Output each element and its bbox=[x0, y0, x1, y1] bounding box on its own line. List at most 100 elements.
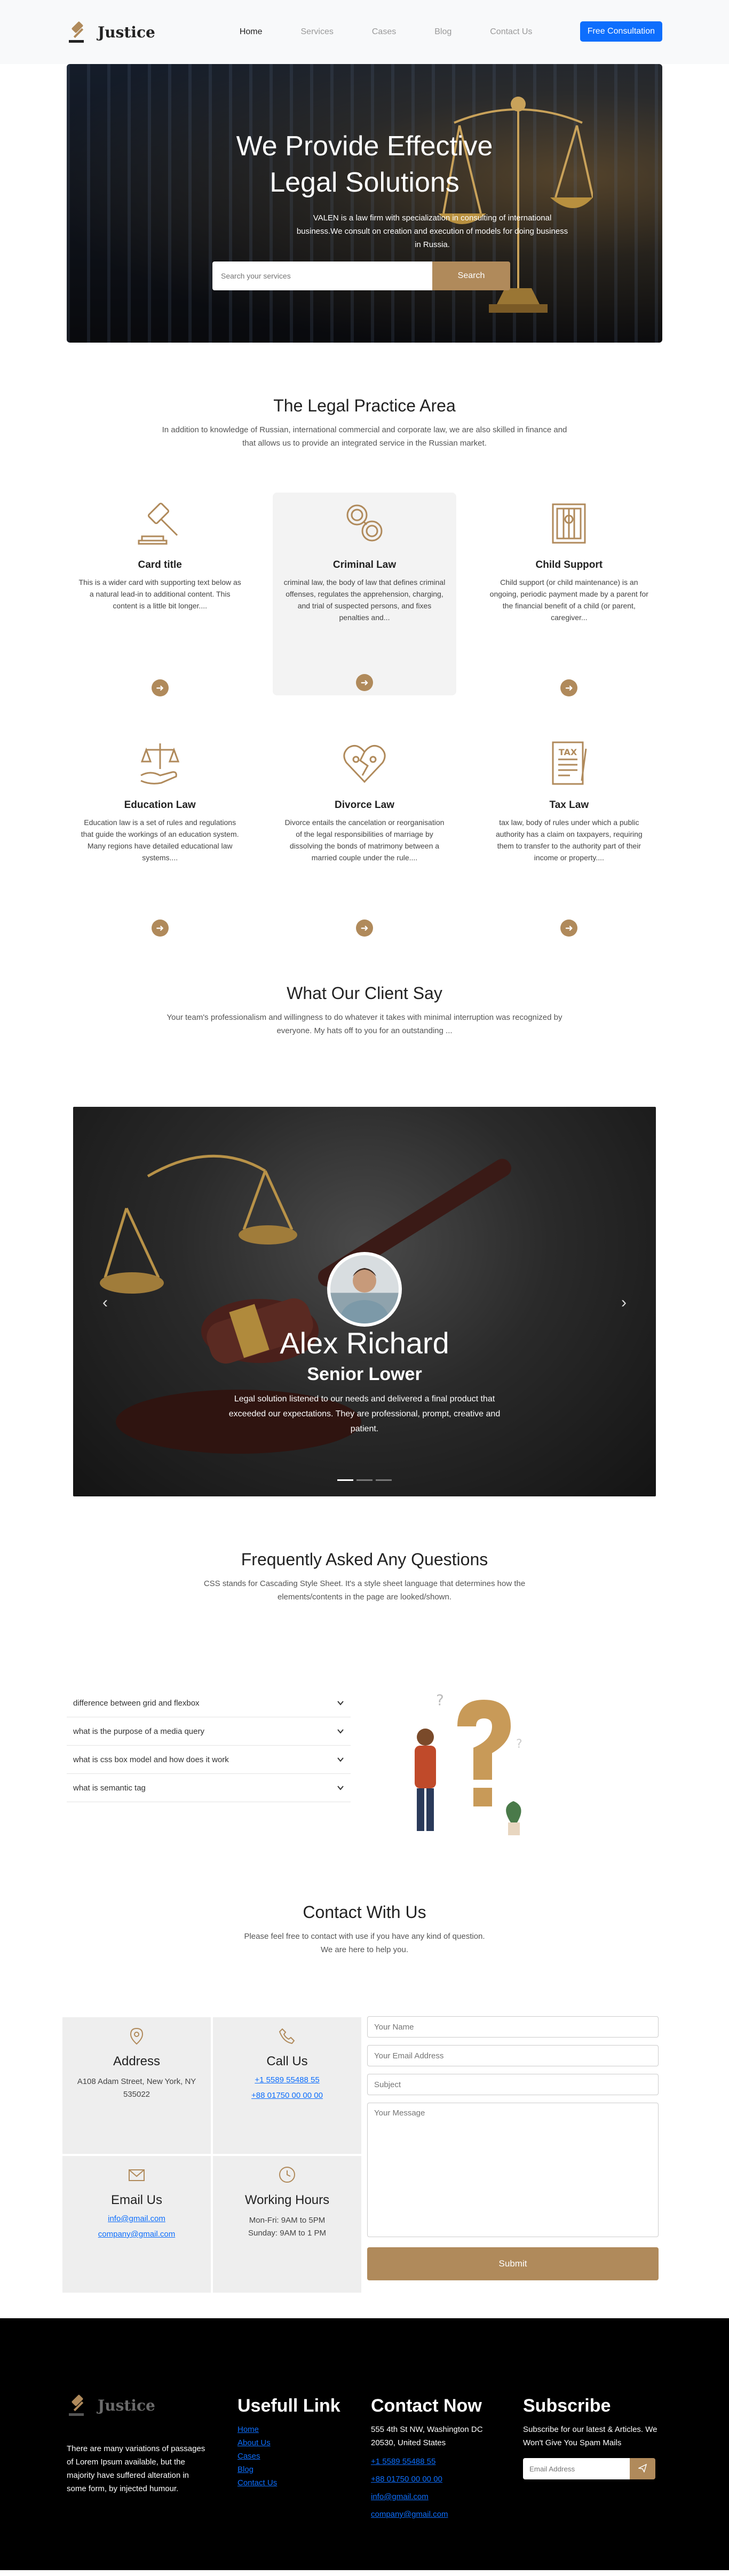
subscribe-form bbox=[523, 2458, 662, 2479]
footer-brand[interactable]: Justice bbox=[67, 2393, 155, 2418]
card-title: Criminal Law bbox=[332, 559, 397, 570]
arrow-right-icon[interactable]: ➜ bbox=[560, 679, 578, 696]
faq-question: difference between grid and flexbox bbox=[73, 1698, 200, 1708]
footer-brand-name: Justice bbox=[98, 2396, 155, 2414]
free-consultation-button[interactable]: Free Consultation bbox=[580, 21, 662, 42]
faq-question: what is the purpose of a media query bbox=[73, 1726, 204, 1736]
email-link-2[interactable]: company@gmail.com bbox=[62, 2230, 211, 2239]
testimonial-carousel: Alex Richard Senior Lower Legal solution… bbox=[73, 1107, 656, 1496]
faq-item[interactable]: what is css box model and how does it wo… bbox=[67, 1746, 351, 1774]
phone-link-1[interactable]: +1 5589 55488 55 bbox=[213, 2075, 361, 2084]
client-quote: Legal solution listened to our needs and… bbox=[228, 1394, 501, 1433]
arrow-right-icon[interactable]: ➜ bbox=[355, 674, 373, 691]
practice-card[interactable]: Child Support Child support (or child ma… bbox=[467, 498, 671, 701]
prison-icon bbox=[552, 503, 586, 544]
client-avatar bbox=[327, 1252, 402, 1327]
phone-link-2[interactable]: +88 01750 00 00 00 bbox=[213, 2091, 361, 2100]
footer-link-cases[interactable]: Cases bbox=[237, 2450, 340, 2463]
faq-accordion: difference between grid and flexbox what… bbox=[67, 1689, 351, 1849]
brand-name: Justice bbox=[98, 23, 155, 41]
contact-now-title: Contact Now bbox=[371, 2396, 482, 2416]
arrow-right-icon[interactable]: ➜ bbox=[151, 679, 169, 696]
footer-link-contact[interactable]: Contact Us bbox=[237, 2476, 340, 2490]
contact-form: Submit bbox=[367, 2016, 659, 2294]
testimonial-subtitle: Your team's professionalism and willingn… bbox=[167, 1013, 562, 1035]
gavel-logo-icon bbox=[69, 21, 84, 43]
subscribe-email-input[interactable] bbox=[523, 2458, 630, 2479]
tax-document-icon: TAX bbox=[552, 741, 587, 785]
phone-icon bbox=[279, 2028, 295, 2044]
footer-email-1[interactable]: info@gmail.com bbox=[371, 2490, 494, 2503]
testimonial-section: What Our Client Say Your team's professi… bbox=[0, 941, 729, 1496]
contact-title: Contact With Us bbox=[303, 1903, 426, 1922]
card-text: Education law is a set of rules and regu… bbox=[81, 818, 239, 862]
arrow-right-icon[interactable]: ➜ bbox=[560, 920, 578, 937]
email-field[interactable] bbox=[367, 2045, 659, 2066]
footer-subscribe: Subscribe Subscribe for our latest & Art… bbox=[523, 2396, 662, 2479]
nav-services[interactable]: Services bbox=[301, 27, 334, 37]
arrow-right-icon[interactable]: ➜ bbox=[355, 920, 373, 937]
carousel-dot[interactable] bbox=[356, 1479, 373, 1481]
footer-phone-2[interactable]: +88 01750 00 00 00 bbox=[371, 2472, 494, 2486]
message-field[interactable] bbox=[367, 2103, 659, 2237]
card-text: tax law, body of rules under which a pub… bbox=[495, 818, 643, 862]
hero-search: Search bbox=[212, 261, 510, 290]
faq-item[interactable]: difference between grid and flexbox bbox=[67, 1689, 351, 1717]
contact-subtitle: Please feel free to contact with use if … bbox=[244, 1932, 485, 1954]
practice-card[interactable]: Criminal Law criminal law, the body of l… bbox=[273, 493, 456, 695]
footer-email-2[interactable]: company@gmail.com bbox=[371, 2508, 494, 2521]
carousel-prev-icon[interactable]: ‹ bbox=[102, 1294, 108, 1312]
footer: Justice There are many variations of pas… bbox=[0, 2318, 729, 2570]
arrow-right-icon[interactable]: ➜ bbox=[151, 920, 169, 937]
hand-scale-icon bbox=[140, 743, 179, 784]
faq-question: what is semantic tag bbox=[73, 1783, 146, 1793]
brand-logo[interactable]: Justice bbox=[67, 20, 155, 44]
subscribe-button[interactable] bbox=[630, 2458, 655, 2479]
carousel-dot[interactable] bbox=[376, 1479, 392, 1481]
info-call: Call Us +1 5589 55488 55 +88 01750 00 00… bbox=[212, 2016, 362, 2155]
faq-subtitle: CSS stands for Cascading Style Sheet. It… bbox=[203, 1579, 526, 1602]
faq-item[interactable]: what is the purpose of a media query bbox=[67, 1717, 351, 1746]
search-input[interactable] bbox=[212, 261, 432, 290]
address-title: Address bbox=[113, 2054, 161, 2068]
search-button[interactable]: Search bbox=[432, 261, 510, 290]
footer-phone-1[interactable]: +1 5589 55488 55 bbox=[371, 2455, 494, 2468]
footer-link-home[interactable]: Home bbox=[237, 2423, 340, 2436]
carousel-next-icon[interactable]: › bbox=[621, 1294, 627, 1312]
card-text: criminal law, the body of law that defin… bbox=[283, 578, 446, 622]
hours-title: Working Hours bbox=[244, 2193, 330, 2207]
footer-link-blog[interactable]: Blog bbox=[237, 2463, 340, 2476]
carousel-dot[interactable] bbox=[337, 1479, 353, 1481]
nav-home[interactable]: Home bbox=[240, 27, 263, 37]
svg-text:?: ? bbox=[436, 1691, 444, 1709]
practice-cards: Card title This is a wider card with sup… bbox=[58, 493, 671, 941]
card-title: Tax Law bbox=[549, 799, 589, 811]
chevron-down-icon bbox=[337, 1729, 344, 1734]
submit-button[interactable]: Submit bbox=[367, 2247, 659, 2280]
chevron-down-icon bbox=[337, 1701, 344, 1706]
card-title: Child Support bbox=[535, 559, 603, 570]
carousel-indicators bbox=[337, 1479, 392, 1481]
practice-card[interactable]: Education Law Education law is a set of … bbox=[58, 738, 262, 941]
subscribe-title: Subscribe bbox=[523, 2396, 611, 2416]
subject-field[interactable] bbox=[367, 2074, 659, 2095]
nav-links: Home Services Cases Blog Contact Us bbox=[240, 27, 533, 37]
faq-section: Frequently Asked Any Questions CSS stand… bbox=[0, 1496, 729, 1849]
practice-card[interactable]: Card title This is a wider card with sup… bbox=[58, 498, 262, 701]
practice-card[interactable]: Divorce Law Divorce entails the cancelat… bbox=[262, 738, 466, 941]
practice-subtitle: In addition to knowledge of Russian, int… bbox=[162, 425, 567, 448]
nav-contact[interactable]: Contact Us bbox=[490, 27, 532, 37]
nav-cases[interactable]: Cases bbox=[372, 27, 396, 37]
testimonial-title: What Our Client Say bbox=[287, 984, 442, 1003]
footer-useful-links: Usefull Link Home About Us Cases Blog Co… bbox=[237, 2396, 340, 2490]
card-title: Divorce Law bbox=[335, 799, 394, 811]
nav-blog[interactable]: Blog bbox=[434, 27, 451, 37]
practice-section: The Legal Practice Area In addition to k… bbox=[0, 343, 729, 941]
svg-text:?: ? bbox=[516, 1738, 522, 1751]
card-title: Education Law bbox=[124, 799, 196, 811]
email-link-1[interactable]: info@gmail.com bbox=[62, 2214, 211, 2223]
footer-link-about[interactable]: About Us bbox=[237, 2436, 340, 2450]
faq-item[interactable]: what is semantic tag bbox=[67, 1774, 351, 1802]
name-field[interactable] bbox=[367, 2016, 659, 2038]
practice-card[interactable]: TAX Tax Law tax law, body of rules under… bbox=[467, 738, 671, 941]
